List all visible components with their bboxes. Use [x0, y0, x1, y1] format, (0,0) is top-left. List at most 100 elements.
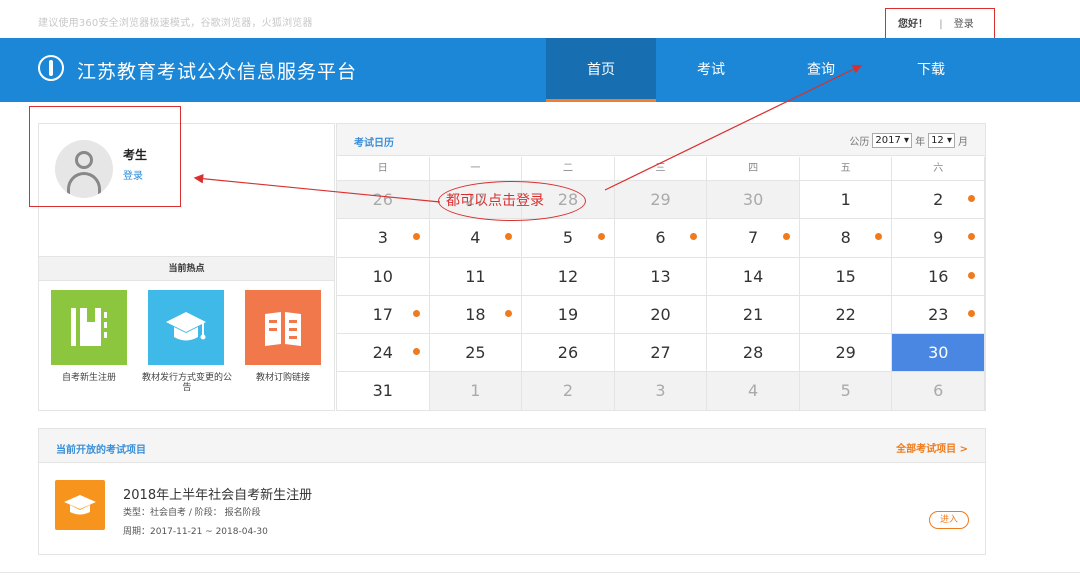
calendar-grid: 日 一 二 三 四 五 六 26 27 28 29 30 1 2 3 4 5 6 7 8 9 10 11 12 1… [337, 157, 986, 411]
weekday-row: 日 一 二 三 四 五 六 [337, 157, 986, 181]
calendar-day[interactable]: 3 [614, 372, 708, 410]
calendar-day[interactable]: 28 [707, 334, 800, 372]
calendar-day-number: 24 [372, 343, 393, 363]
tile-label-textbook-order[interactable]: 教材订购链接 [238, 373, 328, 383]
calendar-day[interactable]: 15 [799, 257, 893, 295]
tile-label-textbook-notice[interactable]: 教材发行方式变更的公告 [141, 373, 233, 393]
calendar-day[interactable]: 17 [337, 295, 430, 334]
calendar-day-number: 2 [933, 190, 944, 209]
calendar-day[interactable]: 4 [429, 219, 523, 257]
calendar-day[interactable]: 22 [799, 295, 893, 334]
calendar-day[interactable]: 29 [799, 334, 893, 372]
enter-button[interactable]: 进入 [929, 511, 969, 529]
exam-event-dot-icon [412, 348, 420, 356]
nav-query[interactable]: 查询 [766, 38, 876, 102]
calendar-day[interactable]: 5 [522, 219, 615, 257]
calendar-day[interactable]: 27 [614, 334, 708, 372]
calendar-day[interactable]: 23 [892, 295, 986, 334]
calendar-day-number: 19 [557, 304, 579, 324]
calendar-day-number: 1 [840, 190, 851, 209]
calendar-day-number: 4 [470, 228, 481, 248]
nav-exam[interactable]: 考试 [656, 38, 766, 102]
calendar-week-row: 24 25 26 27 28 29 30 [337, 334, 986, 373]
calendar-day[interactable]: 1 [429, 372, 523, 410]
project-period: 周期：2017-11-21 ~ 2018-04-30 [123, 527, 268, 537]
page: 建议使用360安全浏览器极速模式，谷歌浏览器，火狐浏览器 您好！ | 登录 江苏… [0, 0, 1080, 577]
month-select[interactable]: 12 ▾ [928, 133, 955, 148]
calendar-day[interactable]: 14 [707, 257, 800, 295]
calendar-day[interactable]: 31 [337, 372, 430, 410]
annotation-box-profile-login [29, 106, 181, 207]
tile-textbook-order[interactable] [245, 290, 321, 365]
calendar-day-number: 4 [748, 381, 759, 401]
year-unit: 年 [915, 137, 926, 148]
exam-event-dot-icon [968, 195, 976, 202]
exam-event-dot-icon [968, 271, 976, 279]
graduation-cap-icon[interactable] [55, 480, 105, 530]
calendar-day[interactable]: 9 [892, 219, 986, 257]
site-title[interactable]: 江苏教育考试公众信息服务平台 [77, 57, 357, 84]
calendar-day-number: 9 [933, 228, 944, 248]
exam-event-dot-icon [412, 309, 420, 317]
weekday-tue: 二 [522, 157, 615, 180]
calendar-day[interactable]: 11 [429, 257, 523, 295]
calendar-day-number: 22 [835, 304, 856, 324]
calendar-day[interactable]: 3 [337, 219, 430, 257]
calendar-type-label: 公历 [849, 137, 870, 148]
calendar-day[interactable]: 8 [799, 219, 893, 257]
calendar-day[interactable]: 10 [337, 257, 430, 295]
calendar-day[interactable]: 25 [429, 334, 523, 372]
exam-event-dot-icon [968, 309, 976, 317]
calendar-day[interactable]: 30 [707, 181, 800, 219]
calendar-day[interactable]: 13 [614, 257, 708, 295]
calendar-day[interactable]: 4 [707, 372, 800, 410]
site-header: 江苏教育考试公众信息服务平台 首页 考试 查询 下载 [0, 38, 1080, 102]
calendar-day[interactable]: 2 [522, 372, 615, 410]
calendar-day-number: 29 [835, 343, 856, 363]
calendar-day[interactable]: 5 [799, 372, 893, 410]
nav-home[interactable]: 首页 [546, 38, 656, 102]
calendar-day-number: 16 [928, 266, 949, 286]
tile-textbook-notice[interactable] [148, 290, 224, 365]
calendar-day[interactable]: 12 [522, 257, 615, 295]
annotation-text: 都可以点击登录 [446, 193, 544, 209]
calendar-day[interactable]: 19 [522, 295, 615, 334]
all-projects-link[interactable]: 全部考试项目 > [896, 440, 968, 455]
main-nav: 首页 考试 查询 下载 [546, 38, 986, 102]
calendar-day-number: 29 [650, 190, 671, 209]
calendar-day[interactable]: 21 [707, 295, 800, 334]
calendar-day[interactable]: 6 [892, 372, 986, 410]
projects-title: 当前开放的考试项目 [56, 445, 146, 456]
calendar-day[interactable]: 7 [707, 219, 800, 257]
calendar-day[interactable]: 20 [614, 295, 708, 334]
calendar-rows: 26 27 28 29 30 1 2 3 4 5 6 7 8 9 10 11 12 13 14 15 16 17 18 19 2… [337, 181, 986, 411]
calendar-day[interactable]: 16 [892, 257, 986, 295]
calendar-day-today[interactable]: 30 [892, 334, 986, 372]
calendar-day-number: 30 [742, 190, 764, 209]
calendar-day-number: 21 [742, 304, 764, 324]
calendar-day-number: 26 [372, 190, 393, 209]
project-name[interactable]: 2018年上半年社会自考新生注册 [123, 484, 312, 503]
weekday-wed: 三 [615, 157, 708, 180]
calendar-day-number: 26 [557, 343, 579, 363]
calendar-day-number: 1 [470, 381, 481, 401]
calendar-day[interactable]: 2 [892, 181, 986, 219]
graduation-cap-icon [166, 312, 206, 341]
calendar-day[interactable]: 26 [522, 334, 615, 372]
site-logo-icon[interactable] [38, 55, 64, 81]
year-select[interactable]: 2017 ▾ [872, 133, 913, 148]
exam-event-dot-icon [690, 233, 698, 241]
calendar-day[interactable]: 6 [614, 219, 708, 257]
month-unit: 月 [958, 137, 968, 148]
calendar-day-number: 2 [562, 381, 574, 401]
calendar-day[interactable]: 29 [614, 181, 708, 219]
calendar-day[interactable]: 26 [337, 181, 430, 219]
nav-download[interactable]: 下载 [876, 38, 986, 102]
weekday-thu: 四 [707, 157, 800, 180]
calendar-day[interactable]: 1 [799, 181, 893, 219]
calendar-day[interactable]: 18 [429, 295, 523, 334]
tile-label-registration[interactable]: 自考新生注册 [44, 373, 134, 383]
tile-new-student-registration[interactable] [51, 290, 127, 365]
year-value: 2017 [875, 135, 901, 146]
calendar-day[interactable]: 24 [337, 334, 430, 372]
